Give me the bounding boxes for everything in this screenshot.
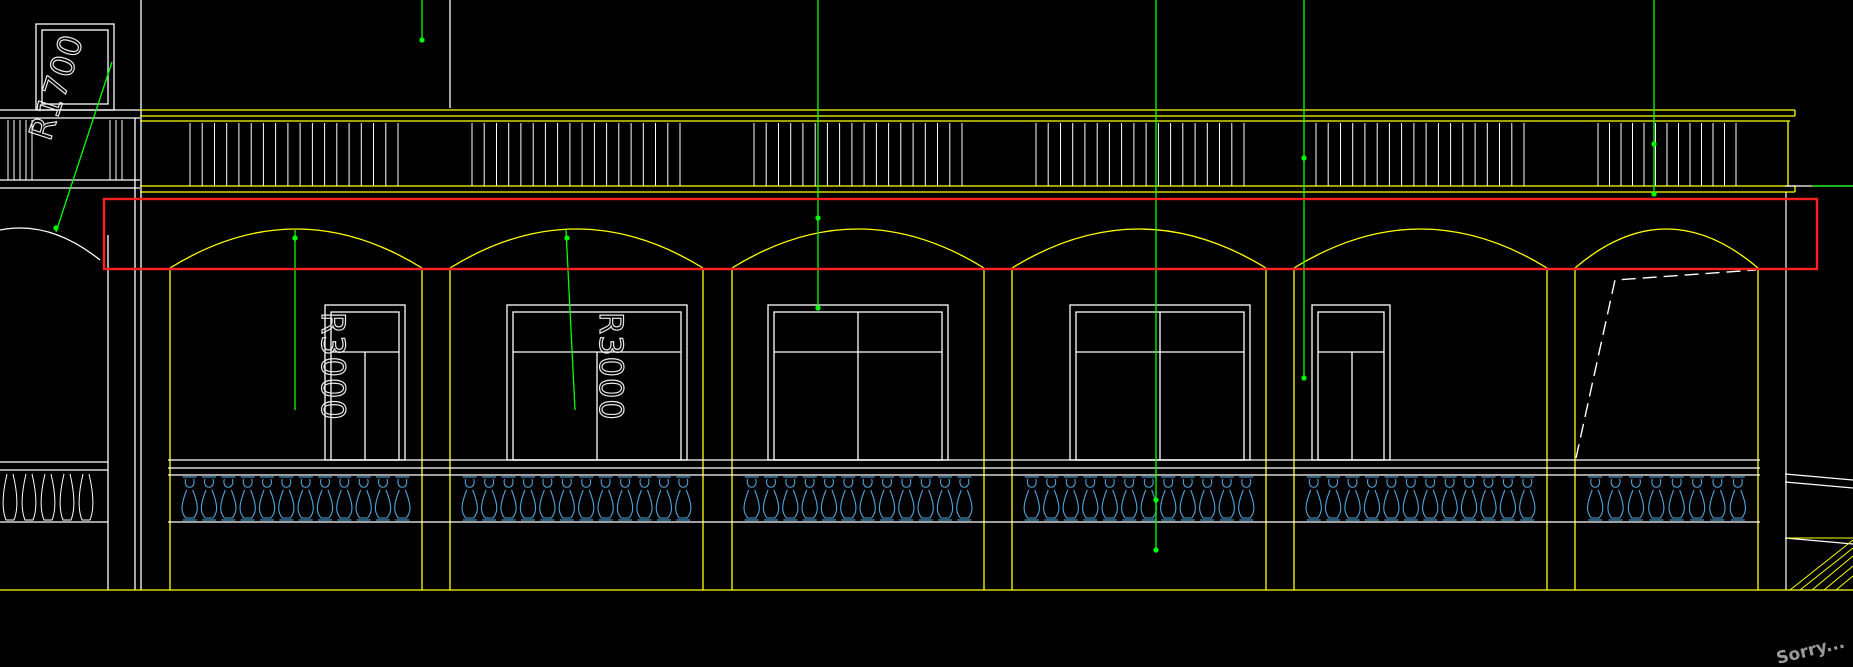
selection-highlight-box[interactable] — [102, 197, 1819, 271]
baluster-icon — [336, 476, 353, 521]
watermark-text: Sorry... — [1774, 633, 1846, 667]
baluster-icon — [1519, 476, 1536, 521]
arch-icon — [731, 228, 985, 269]
baluster-icon — [278, 476, 295, 521]
baluster-icon — [1344, 476, 1361, 521]
door-5[interactable] — [1311, 304, 1391, 461]
baluster-icon — [1324, 476, 1342, 521]
upper-railing — [189, 123, 1737, 186]
baluster-icon — [40, 473, 56, 521]
baluster-icon — [374, 476, 392, 521]
baluster-icon — [355, 476, 372, 521]
baluster-icon — [1668, 476, 1685, 521]
baluster-icon — [1101, 476, 1118, 521]
baluster-icon — [2, 473, 18, 521]
arch-icon — [1011, 228, 1267, 269]
dashed-opening — [1575, 269, 1757, 459]
leader-lines — [53, 0, 1853, 553]
baluster-icon — [616, 476, 634, 521]
baluster-icon — [801, 476, 818, 521]
baluster-icon — [461, 476, 478, 521]
baluster-icon — [181, 476, 198, 521]
radius-label-r3000-left: R3000 — [314, 312, 352, 421]
baluster-icon — [258, 476, 276, 521]
baluster-icon — [1729, 476, 1746, 521]
baluster-icon — [558, 476, 575, 521]
doors — [324, 304, 1391, 461]
right-fragment — [1784, 185, 1853, 545]
baluster-icon — [59, 473, 75, 521]
arch-icon — [169, 228, 423, 269]
arch-icon — [1293, 228, 1548, 269]
baluster-icon — [21, 473, 37, 521]
baluster-icon — [316, 476, 334, 521]
baluster-icon — [762, 476, 780, 521]
arch-icon — [449, 228, 704, 269]
baluster-icon — [1688, 476, 1706, 521]
baluster-icon — [200, 476, 218, 521]
radius-label-r3000-right: R3000 — [592, 312, 630, 421]
baluster-icon — [539, 476, 556, 521]
baluster-icon — [1422, 476, 1439, 521]
baluster-icon — [394, 476, 411, 521]
baluster-icon — [1709, 476, 1726, 521]
baluster-icon — [1121, 476, 1138, 521]
baluster-icon — [500, 476, 517, 521]
baluster-icon — [1499, 476, 1517, 521]
baluster-icon — [78, 473, 94, 521]
baluster-icon — [1460, 476, 1478, 521]
baluster-icon — [956, 476, 973, 521]
baluster-icon — [519, 476, 537, 521]
door-4[interactable] — [1069, 304, 1251, 461]
radius-label-r1700: R1700 — [21, 29, 91, 144]
baluster-icon — [782, 476, 799, 521]
baluster-icon — [1082, 476, 1099, 521]
baluster-icon — [578, 476, 595, 521]
baluster-icon — [480, 476, 498, 521]
baluster-icon — [1062, 476, 1079, 521]
baluster-icon — [859, 476, 876, 521]
baluster-icon — [220, 476, 237, 521]
right-hatch — [1788, 537, 1853, 591]
baluster-icon — [1587, 476, 1604, 521]
baluster-icon — [820, 476, 838, 521]
baluster-icon — [1441, 476, 1458, 521]
baluster-icon — [936, 476, 954, 521]
baluster-icon — [1179, 476, 1196, 521]
baluster-icon — [743, 476, 760, 521]
baluster-icon — [840, 476, 857, 521]
baluster-icon — [1607, 476, 1624, 521]
baluster-icon — [878, 476, 896, 521]
baluster-icon — [1043, 476, 1060, 521]
baluster-icon — [636, 476, 653, 521]
arcade — [169, 192, 1787, 590]
left-balusters — [2, 473, 94, 521]
baluster-icon — [1218, 476, 1235, 521]
door-3[interactable] — [767, 304, 949, 461]
baluster-icon — [1305, 476, 1322, 521]
baluster-icon — [239, 476, 256, 521]
baluster-icon — [297, 476, 314, 521]
baluster-icon — [675, 476, 692, 521]
upper-cornice — [140, 109, 1796, 193]
baluster-icon — [1199, 476, 1216, 521]
baluster-icon — [655, 476, 673, 521]
ground-balustrade — [168, 459, 1760, 523]
baluster-icon — [1023, 476, 1040, 521]
baluster-icon — [1160, 476, 1177, 521]
baluster-icon — [1648, 476, 1665, 521]
baluster-icon — [898, 476, 915, 521]
baluster-icon — [597, 476, 614, 521]
cad-drawing-canvas[interactable]: R1700 R3000 R3000 Sorry... — [0, 0, 1853, 667]
baluster-icon — [1402, 476, 1419, 521]
arch-icon — [1574, 228, 1759, 269]
balusters — [181, 476, 1746, 521]
baluster-icon — [917, 476, 934, 521]
baluster-icon — [1238, 476, 1255, 521]
baluster-icon — [1627, 476, 1645, 521]
baluster-icon — [1363, 476, 1381, 521]
baluster-icon — [1383, 476, 1400, 521]
baluster-icon — [1480, 476, 1497, 521]
